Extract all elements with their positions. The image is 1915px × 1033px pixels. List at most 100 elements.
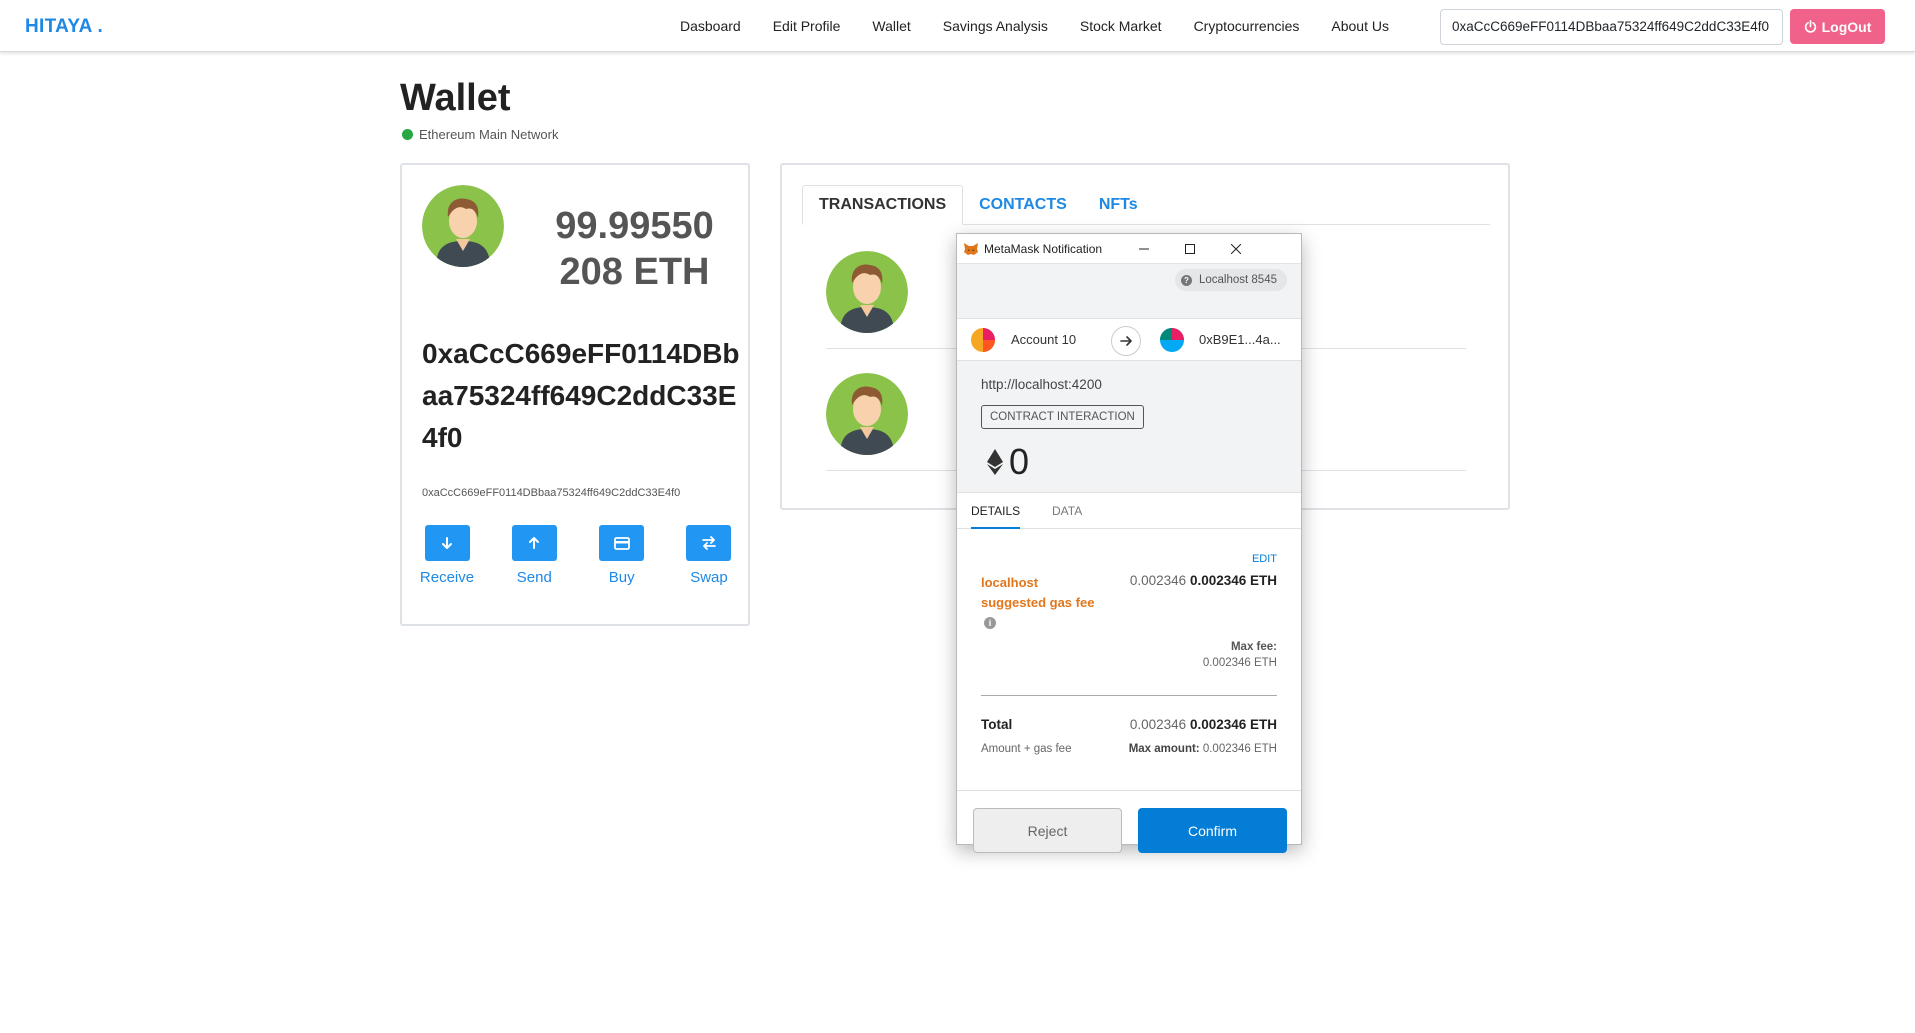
logout-button[interactable]: LogOut bbox=[1790, 9, 1885, 44]
total-secondary: 0.002346 bbox=[1129, 717, 1187, 732]
metamask-footer: Reject Confirm bbox=[957, 791, 1301, 867]
power-icon bbox=[1804, 20, 1816, 33]
metamask-fox-icon bbox=[964, 242, 978, 255]
max-fee-label: Max fee: bbox=[1230, 641, 1277, 653]
credit-card-icon bbox=[613, 536, 630, 550]
contract-interaction-badge: CONTRACT INTERACTION bbox=[981, 405, 1144, 429]
tab-transactions[interactable]: TRANSACTIONS bbox=[802, 185, 964, 225]
minimize-button[interactable] bbox=[1121, 234, 1167, 264]
account-identicon bbox=[971, 328, 995, 352]
recipient-address[interactable]: 0xB9E1...4a... bbox=[1199, 332, 1281, 347]
origin-url: http://localhost:4200 bbox=[981, 377, 1102, 392]
ethereum-icon bbox=[987, 449, 1003, 475]
wallet-address-small: 0xaCcC669eFF0114DBbaa75324ff649C2ddC33E4… bbox=[422, 487, 681, 499]
from-account-name[interactable]: Account 10 bbox=[1011, 332, 1076, 347]
buy-label[interactable]: Buy bbox=[609, 569, 635, 586]
metamask-titlebar[interactable]: MetaMask Notification bbox=[957, 234, 1301, 264]
gas-fee-label-line1: localhost bbox=[981, 575, 1039, 590]
swap-icon bbox=[702, 536, 716, 550]
maximize-icon bbox=[1185, 244, 1195, 254]
amount-gas-fee-label: Amount + gas fee bbox=[981, 743, 1072, 755]
max-amount-label: Max amount: bbox=[1128, 743, 1200, 755]
reject-button[interactable]: Reject bbox=[973, 808, 1122, 853]
close-icon bbox=[1231, 244, 1241, 254]
brand-logo[interactable]: HITAYA . bbox=[25, 16, 103, 38]
transaction-amount-value: 0 bbox=[1009, 441, 1030, 482]
nav-link-about-us[interactable]: About Us bbox=[1331, 18, 1389, 34]
nav-link-edit-profile[interactable]: Edit Profile bbox=[773, 18, 841, 34]
maximize-button[interactable] bbox=[1167, 234, 1213, 264]
nav-link-stock-market[interactable]: Stock Market bbox=[1080, 18, 1162, 34]
wallet-actions: Receive Send Buy Swap bbox=[418, 525, 738, 586]
transaction-origin-section: http://localhost:4200 CONTRACT INTERACTI… bbox=[957, 361, 1301, 493]
gas-fee-label-line2: suggested gas fee bbox=[981, 595, 1095, 610]
arrow-down-icon bbox=[442, 537, 452, 549]
send-action[interactable]: Send bbox=[505, 525, 563, 586]
transaction-avatar bbox=[826, 251, 908, 333]
gas-fee-primary: 0.002346 ETH bbox=[1189, 573, 1277, 588]
account-row: Account 10 0xB9E1...4a... bbox=[957, 319, 1301, 361]
avatar bbox=[422, 185, 504, 267]
wallet-card: 99.99550 208 ETH 0xaCcC669eFF0114DBbaa75… bbox=[400, 163, 750, 626]
swap-label[interactable]: Swap bbox=[690, 569, 728, 586]
swap-action[interactable]: Swap bbox=[680, 525, 738, 586]
metamask-tabs: DETAILS DATA bbox=[957, 493, 1301, 529]
receive-label[interactable]: Receive bbox=[420, 569, 474, 586]
nav-links: Dasboard Edit Profile Wallet Savings Ana… bbox=[680, 0, 1421, 52]
close-button[interactable] bbox=[1213, 234, 1259, 264]
arrow-right-icon bbox=[1120, 336, 1132, 346]
wallet-address-large: 0xaCcC669eFF0114DBbaa75324ff649C2ddC33E4… bbox=[422, 338, 740, 453]
swap-button[interactable] bbox=[686, 525, 732, 561]
info-icon[interactable]: i bbox=[984, 617, 996, 629]
send-label[interactable]: Send bbox=[517, 569, 552, 586]
logout-label: LogOut bbox=[1821, 18, 1872, 35]
tab-details[interactable]: DETAILS bbox=[971, 493, 1021, 529]
confirm-button[interactable]: Confirm bbox=[1138, 808, 1287, 853]
receive-button[interactable] bbox=[424, 525, 470, 561]
receive-action[interactable]: Receive bbox=[418, 525, 476, 586]
nav-link-dashboard[interactable]: Dasboard bbox=[680, 18, 741, 34]
divider bbox=[981, 695, 1277, 696]
recipient-identicon bbox=[1160, 328, 1184, 352]
network-selector[interactable]: ? Localhost 8545 bbox=[1174, 269, 1287, 291]
gas-fee-value: 0.002346 0.002346 ETH bbox=[1130, 573, 1277, 588]
max-fee-value: 0.002346 ETH bbox=[1202, 657, 1277, 669]
nav-link-savings-analysis[interactable]: Savings Analysis bbox=[943, 18, 1048, 34]
tab-data[interactable]: DATA bbox=[1052, 493, 1082, 529]
total-value: 0.002346 0.002346 ETH bbox=[1130, 717, 1277, 732]
gas-fee-label: localhost suggested gas fee bbox=[981, 573, 1094, 613]
network-name: Ethereum Main Network bbox=[419, 127, 559, 142]
metamask-notification-window: MetaMask Notification ? Localhost 8545 A… bbox=[956, 233, 1302, 853]
network-status: Ethereum Main Network bbox=[402, 127, 558, 142]
network-label: Localhost 8545 bbox=[1198, 274, 1277, 286]
total-primary: 0.002346 ETH bbox=[1189, 717, 1277, 732]
transactions-tabs: TRANSACTIONS CONTACTS NFTs bbox=[802, 185, 1490, 225]
wallet-balance: 99.99550 208 ETH bbox=[532, 203, 737, 295]
tab-contacts[interactable]: CONTACTS bbox=[963, 185, 1083, 225]
question-circle-icon: ? bbox=[1180, 274, 1192, 286]
wallet-balance-line2: 208 ETH bbox=[559, 251, 710, 293]
buy-button[interactable] bbox=[599, 525, 645, 561]
arrow-up-icon bbox=[529, 537, 540, 549]
metamask-window-title: MetaMask Notification bbox=[984, 241, 1103, 256]
max-amount-value: 0.002346 ETH bbox=[1202, 743, 1277, 755]
edit-gas-link[interactable]: EDIT bbox=[1252, 553, 1277, 565]
send-button[interactable] bbox=[511, 525, 557, 561]
minimize-icon bbox=[1139, 248, 1149, 250]
buy-action[interactable]: Buy bbox=[593, 525, 651, 586]
total-label: Total bbox=[981, 717, 1013, 732]
gas-fee-secondary: 0.002346 bbox=[1129, 573, 1187, 588]
nav-link-wallet[interactable]: Wallet bbox=[872, 18, 910, 34]
arrow-right-circle bbox=[1111, 326, 1141, 356]
metamask-header: ? Localhost 8545 bbox=[957, 264, 1301, 319]
tab-nfts[interactable]: NFTs bbox=[1083, 185, 1154, 225]
transaction-amount-display: 0 bbox=[987, 441, 1029, 483]
nav-link-cryptocurrencies[interactable]: Cryptocurrencies bbox=[1194, 18, 1300, 34]
network-status-dot bbox=[402, 129, 413, 140]
page-title: Wallet bbox=[400, 77, 511, 119]
navbar: HITAYA . Dasboard Edit Profile Wallet Sa… bbox=[0, 0, 1915, 52]
fee-details: EDIT localhost suggested gas fee 0.00234… bbox=[957, 529, 1301, 791]
transaction-avatar bbox=[826, 373, 908, 455]
wallet-balance-line1: 99.99550 bbox=[555, 205, 714, 247]
nav-address-field[interactable]: 0xaCcC669eFF0114DBbaa75324ff649C2ddC33E4… bbox=[1440, 9, 1783, 45]
